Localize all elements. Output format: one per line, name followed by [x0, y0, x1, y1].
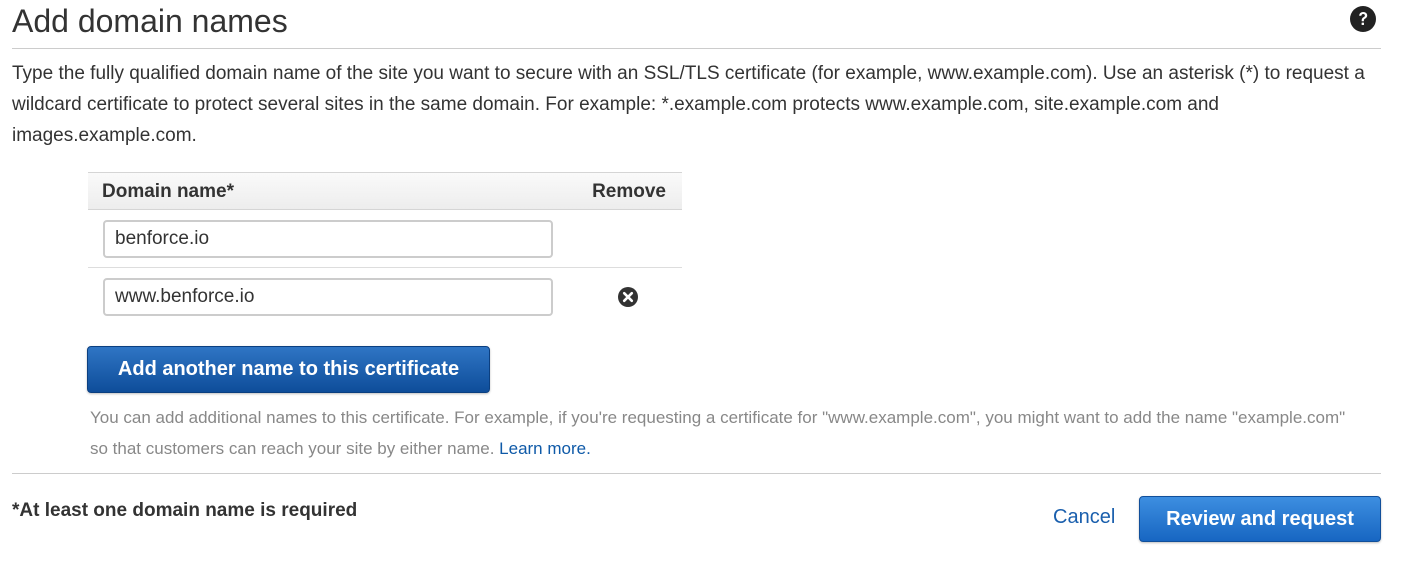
add-domain-names-page: Add domain names Type the fully qualifie… — [0, 0, 1421, 565]
table-row — [88, 268, 682, 326]
page-description: Type the fully qualified domain name of … — [12, 63, 1365, 146]
page-header: Add domain names — [12, 0, 1381, 49]
domain-name-input-1[interactable] — [103, 220, 553, 258]
add-another-name-button[interactable]: Add another name to this certificate — [87, 346, 490, 393]
page-title: Add domain names — [12, 3, 288, 39]
helper-text: You can add additional names to this cer… — [90, 402, 1360, 464]
domain-name-table: Domain name* Remove — [88, 172, 682, 326]
column-header-domain-name: Domain name* — [102, 181, 234, 202]
remove-circle-icon[interactable] — [617, 286, 639, 308]
required-note: *At least one domain name is required — [12, 500, 358, 521]
helper-text-body: You can add additional names to this cer… — [90, 408, 1346, 458]
footer-divider — [12, 473, 1381, 474]
cancel-button[interactable]: Cancel — [1053, 506, 1115, 529]
domain-name-input-2[interactable] — [103, 278, 553, 316]
table-header: Domain name* Remove — [88, 172, 682, 210]
table-row — [88, 210, 682, 268]
question-circle-icon[interactable] — [1349, 5, 1377, 33]
review-and-request-button[interactable]: Review and request — [1139, 496, 1381, 542]
column-header-remove: Remove — [592, 181, 666, 202]
learn-more-link[interactable]: Learn more. — [499, 439, 591, 458]
